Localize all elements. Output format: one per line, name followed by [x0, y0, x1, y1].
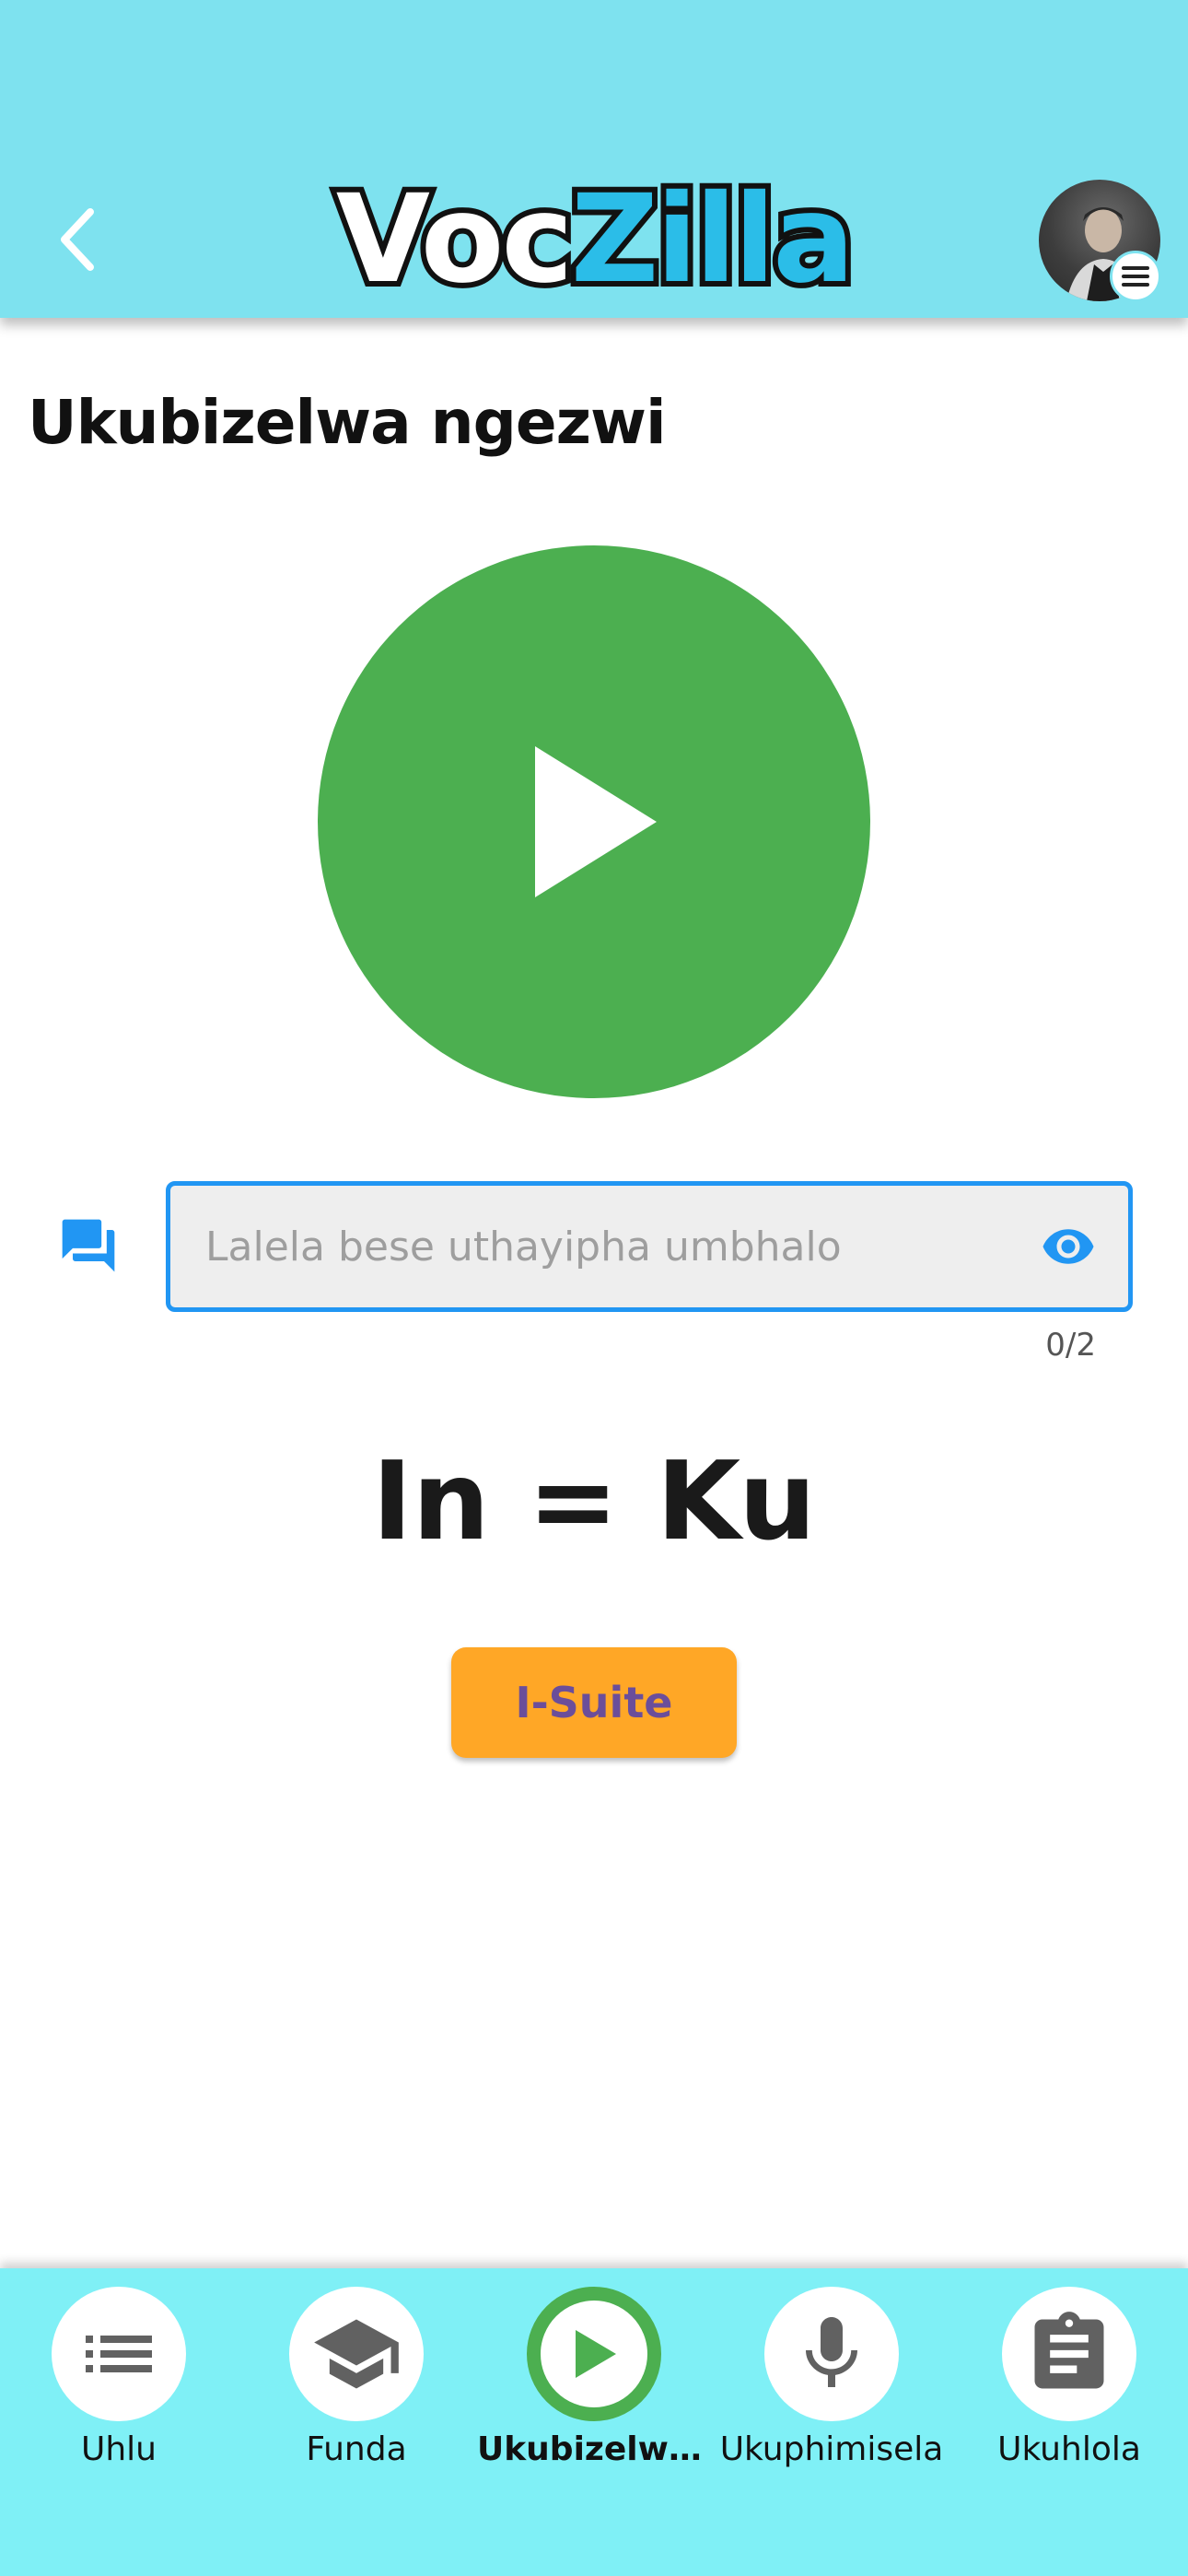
- nav-label: Ukuhlola: [997, 2430, 1141, 2468]
- app-logo: Voc Zilla: [318, 170, 870, 309]
- nav-label: Uhlu: [81, 2430, 157, 2468]
- play-icon: [535, 746, 657, 897]
- eye-icon: [1042, 1229, 1094, 1264]
- hint-button[interactable]: I-Suite: [451, 1647, 737, 1758]
- chevron-left-icon: [61, 208, 94, 271]
- screen: Voc Zilla Ukubizelwa ngezwi Lalela bese …: [0, 0, 1188, 2576]
- character-counter: 0/2: [1045, 1327, 1096, 1364]
- nav-icon-circle: [289, 2287, 424, 2421]
- nav-item-funda[interactable]: Funda: [238, 2287, 475, 2499]
- nav-label-active: Ukubizelwa...: [477, 2430, 711, 2468]
- nav-item-ukubizelwa[interactable]: Ukubizelwa...: [475, 2287, 713, 2499]
- graduation-cap-icon: [314, 2319, 399, 2389]
- app-header: Voc Zilla: [0, 0, 1188, 318]
- reveal-answer-button[interactable]: [1036, 1219, 1101, 1274]
- nav-label: Funda: [306, 2430, 407, 2468]
- microphone-icon: [806, 2317, 857, 2387]
- logo-part-1: Voc: [331, 169, 579, 310]
- chat-bubbles-icon: [62, 1219, 115, 1272]
- nav-item-uhlu[interactable]: Uhlu: [0, 2287, 238, 2499]
- back-button[interactable]: [46, 198, 111, 281]
- logo-part-2: Zilla: [565, 169, 861, 310]
- page-title: Ukubizelwa ngezwi: [28, 387, 667, 458]
- nav-icon-circle: [764, 2287, 899, 2421]
- clipboard-icon: [1034, 2312, 1104, 2389]
- answer-input[interactable]: [205, 1223, 970, 1270]
- play-audio-button[interactable]: [318, 545, 870, 1098]
- profile-menu-button[interactable]: [1110, 251, 1161, 302]
- play-icon: [576, 2330, 616, 2378]
- list-icon: [86, 2336, 152, 2372]
- answer-field[interactable]: [166, 1181, 1133, 1312]
- nav-item-ukuhlola[interactable]: Ukuhlola: [950, 2287, 1188, 2499]
- nav-icon-circle: [1002, 2287, 1136, 2421]
- nav-label: Ukuphimisela: [719, 2430, 944, 2468]
- menu-icon: [1122, 266, 1149, 287]
- rule-text: In = Ku: [371, 1437, 817, 1564]
- nav-item-ukuphimisela[interactable]: Ukuphimisela: [713, 2287, 950, 2499]
- nav-icon-circle-active: [527, 2287, 661, 2421]
- nav-icon-circle: [52, 2287, 186, 2421]
- bottom-navigation: Uhlu Funda Ukubizelwa... Ukuphimisela Uk…: [0, 2268, 1188, 2576]
